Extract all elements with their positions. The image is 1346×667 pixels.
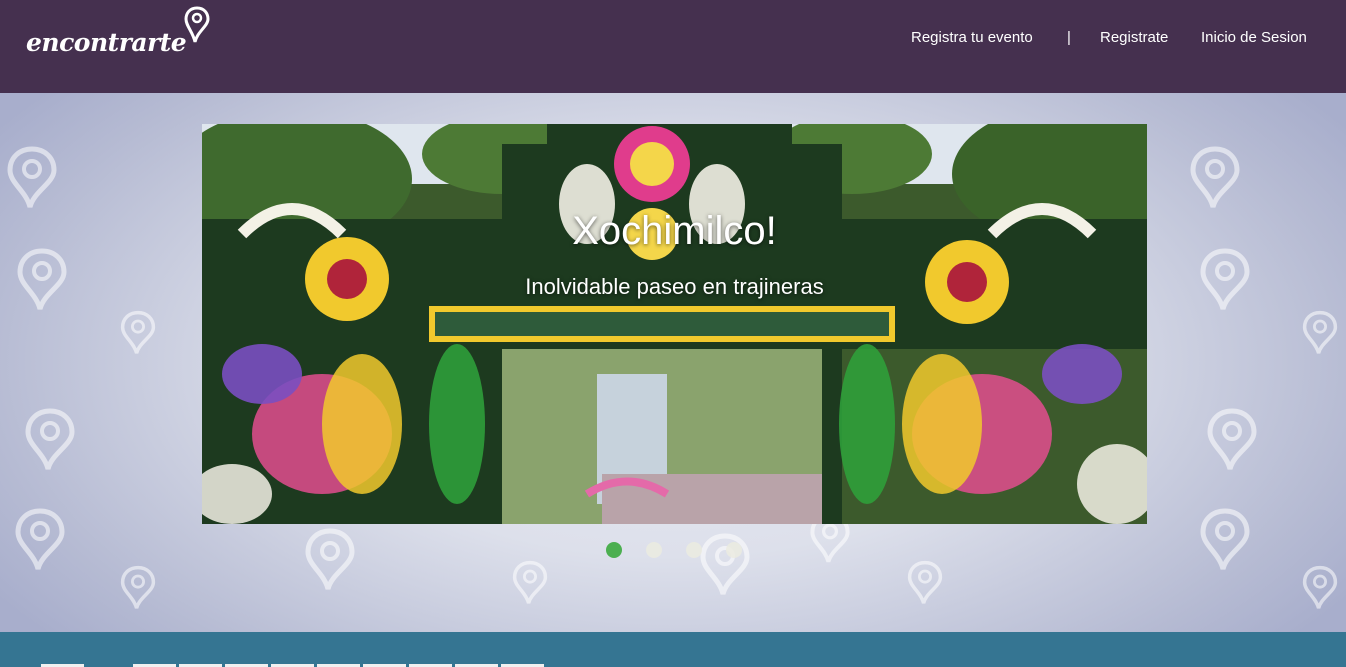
logo-text: encontrarte — [26, 28, 187, 57]
nav-login-link[interactable]: Inicio de Sesion — [1201, 29, 1307, 46]
carousel-dot-2[interactable] — [646, 542, 662, 558]
carousel-slide[interactable]: Xochimilco! Inolvidable paseo en trajine… — [202, 124, 1147, 524]
nav-separator: | — [1067, 29, 1071, 46]
carousel-dot-3[interactable] — [686, 542, 702, 558]
nav-register-link[interactable]: Registrate — [1100, 29, 1168, 46]
site-header: encontrarte Registra tu evento | Registr… — [0, 0, 1346, 93]
slide-image — [202, 124, 1147, 524]
carousel-dot-1[interactable] — [606, 542, 622, 558]
slide-title: Xochimilco! — [572, 209, 777, 253]
site-logo[interactable]: encontrarte — [26, 6, 216, 62]
carousel-dot-4[interactable] — [726, 542, 742, 558]
nav-register-event-link[interactable]: Registra tu evento — [911, 29, 1033, 46]
hero-section: Xochimilco! Inolvidable paseo en trajine… — [0, 93, 1346, 632]
slide-subtitle: Inolvidable paseo en trajineras — [525, 274, 824, 299]
footer-band — [0, 632, 1346, 667]
map-pin-icon — [184, 6, 210, 43]
carousel-indicators — [606, 542, 746, 560]
